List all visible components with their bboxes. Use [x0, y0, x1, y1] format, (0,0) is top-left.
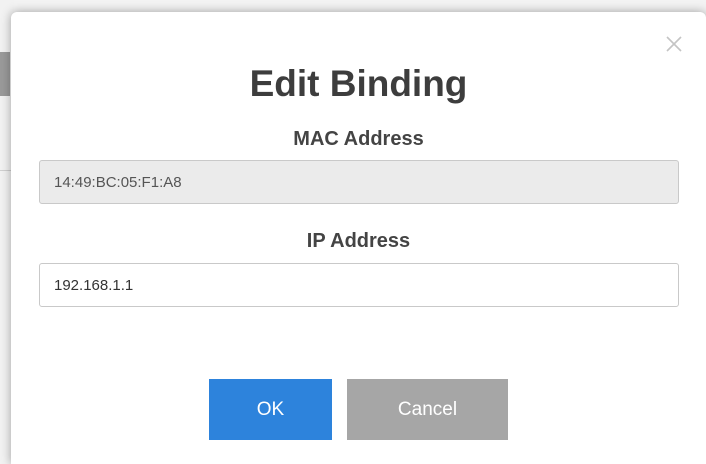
close-button[interactable]	[662, 32, 686, 56]
cancel-button[interactable]: Cancel	[347, 379, 508, 440]
ip-address-field[interactable]	[39, 263, 679, 307]
ok-button[interactable]: OK	[209, 379, 332, 440]
edit-binding-dialog: Edit Binding MAC Address IP Address OK C…	[11, 12, 706, 464]
ip-address-label: IP Address	[306, 230, 411, 252]
background-bar	[0, 52, 10, 96]
mac-address-label: MAC Address	[293, 128, 424, 150]
close-icon	[666, 36, 682, 52]
dialog-title: Edit Binding	[249, 63, 468, 104]
mac-address-field	[39, 160, 679, 204]
